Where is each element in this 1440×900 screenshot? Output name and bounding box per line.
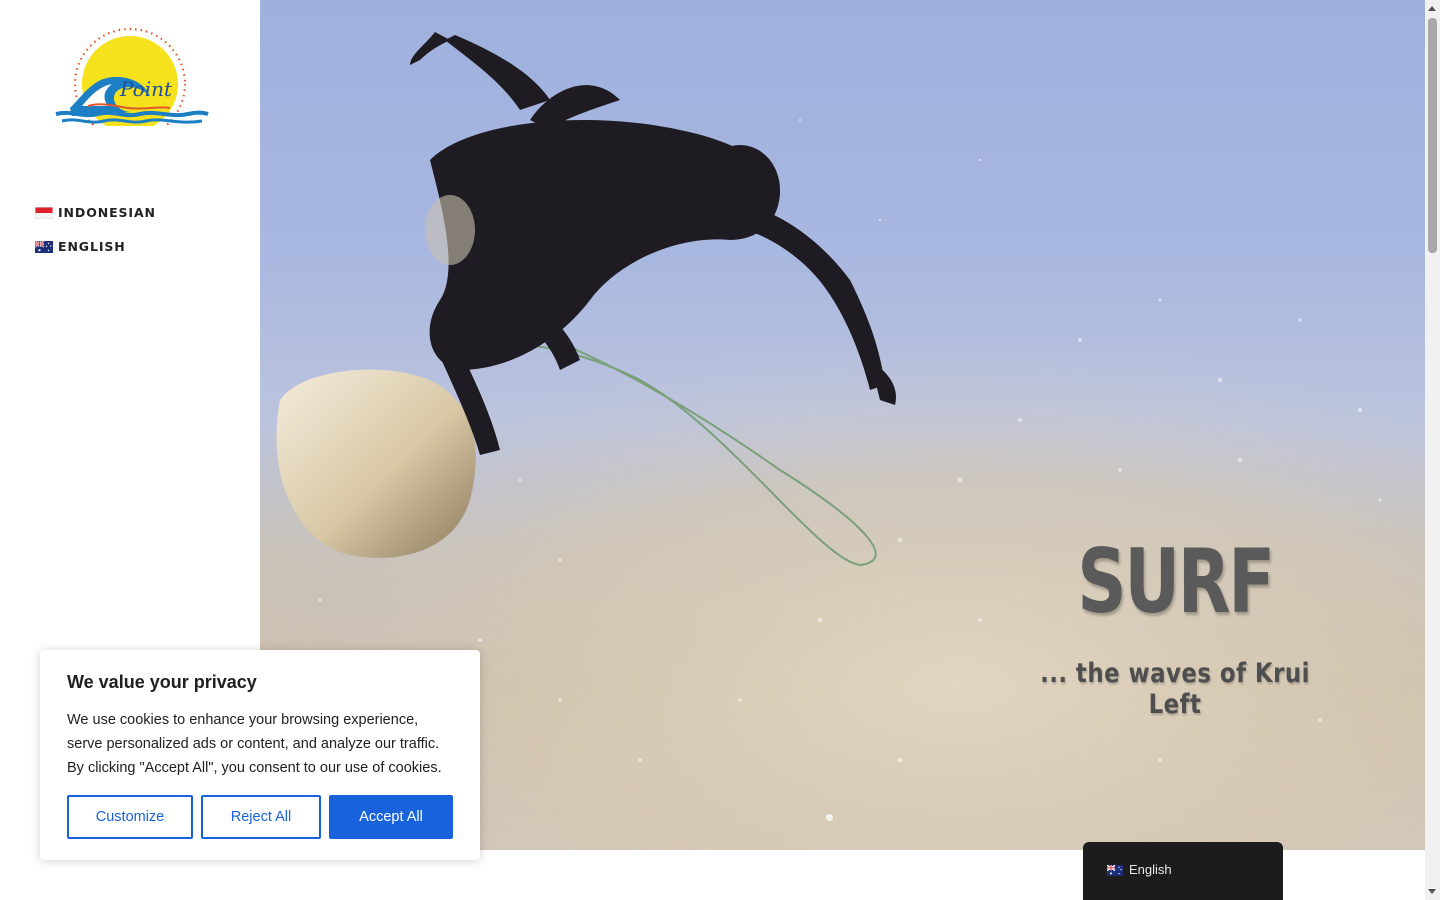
reject-all-button[interactable]: Reject All [201, 795, 321, 839]
cookie-consent-banner: We value your privacy We use cookies to … [40, 650, 480, 860]
customize-button[interactable]: Customize [67, 795, 193, 839]
cookie-description: We use cookies to enhance your browsing … [67, 712, 442, 776]
logo-text: Point [119, 77, 173, 101]
cookie-title: We value your privacy [67, 672, 257, 692]
australia-flag-icon [1107, 865, 1123, 876]
language-label: ENGLISH [58, 239, 126, 254]
scroll-up-arrow-icon[interactable] [1428, 6, 1436, 11]
scroll-down-arrow-icon[interactable] [1428, 889, 1436, 894]
language-link-english[interactable]: ENGLISH [35, 238, 156, 255]
language-label: INDONESIAN [58, 205, 156, 220]
accept-all-button[interactable]: Accept All [329, 795, 453, 839]
site-logo[interactable]: Point [52, 26, 212, 141]
indonesia-flag-icon [35, 206, 53, 219]
slider-dot[interactable] [826, 814, 833, 821]
language-link-indonesian[interactable]: INDONESIAN [35, 204, 156, 221]
australia-flag-icon [35, 240, 53, 253]
page-scrollbar[interactable] [1425, 0, 1440, 900]
language-switcher-label: English [1129, 862, 1172, 877]
hero-subtitle: ... the waves of Krui Left [1040, 658, 1310, 720]
language-switcher[interactable]: English [1083, 842, 1283, 900]
language-nav: INDONESIAN ENGLISH [35, 204, 156, 272]
hero-title: SURF [1077, 530, 1275, 633]
scrollbar-thumb[interactable] [1428, 18, 1437, 253]
